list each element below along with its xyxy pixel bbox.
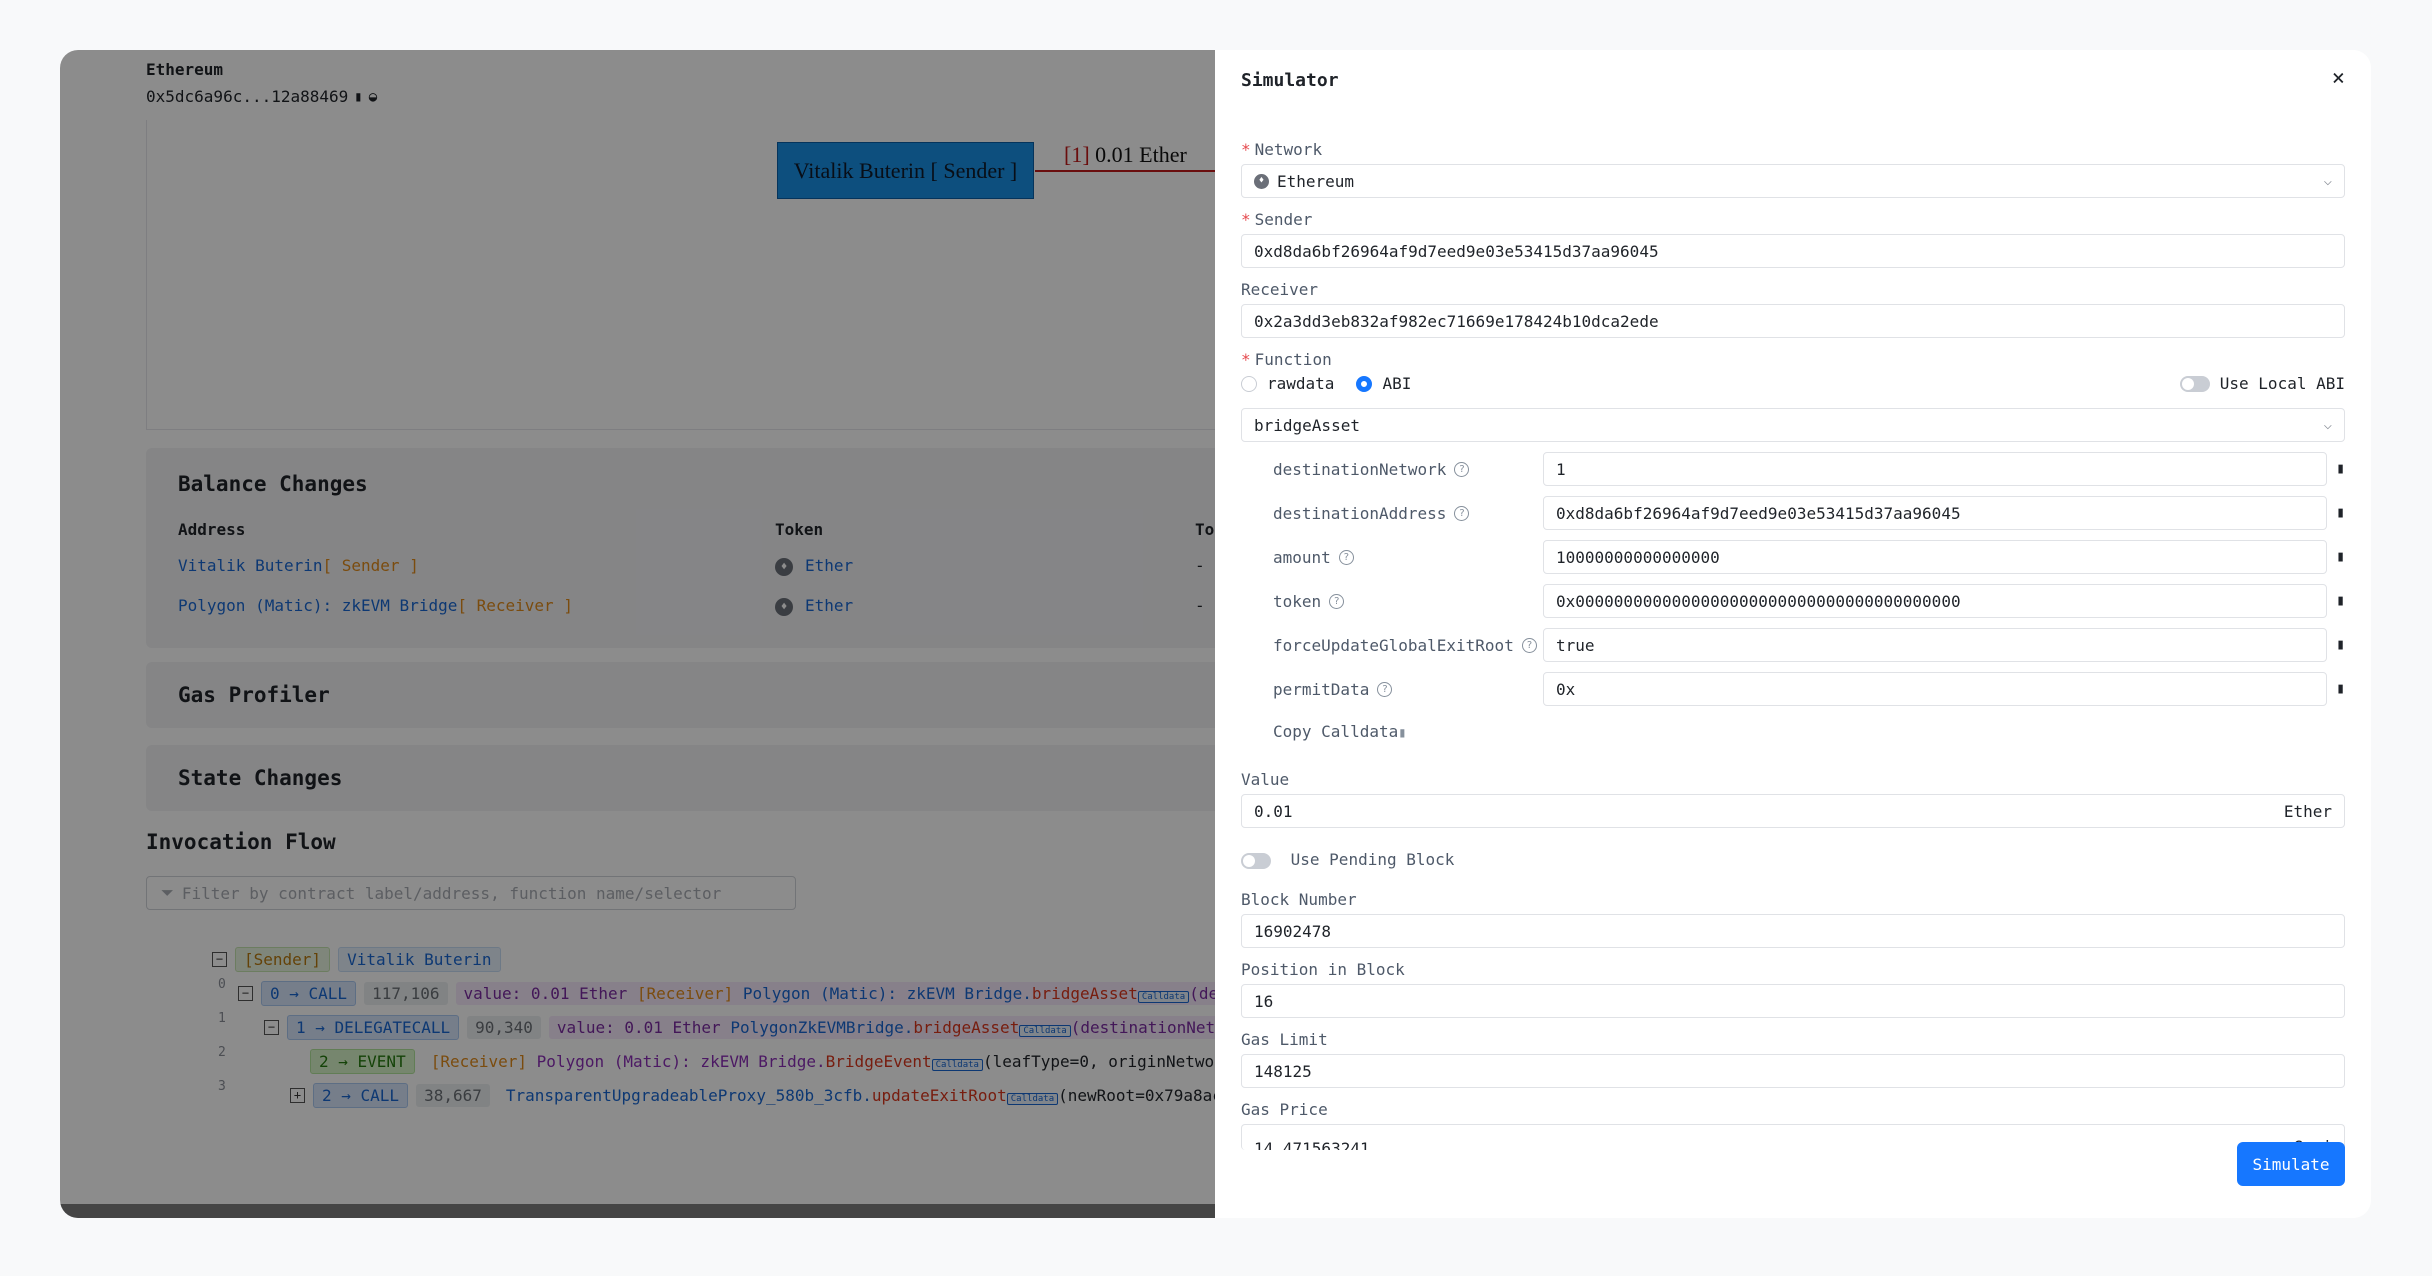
ethereum-icon: ♦ <box>1254 173 1269 189</box>
param-input[interactable]: 0xd8da6bf26964af9d7eed9e03e53415d37aa960… <box>1543 496 2327 530</box>
modal-overlay[interactable] <box>60 50 1215 1218</box>
param-row: token? 0x0000000000000000000000000000000… <box>1241 584 2345 618</box>
param-name: token? <box>1273 592 1345 611</box>
copy-calldata-label: Copy Calldata <box>1273 722 1399 741</box>
rawdata-radio[interactable] <box>1241 375 1257 392</box>
drawer-title: Simulator <box>1241 70 1339 91</box>
position-input[interactable]: 16 <box>1241 984 2345 1018</box>
chevron-down-icon: ⌵ <box>2323 173 2332 189</box>
sender-input[interactable]: 0xd8da6bf26964af9d7eed9e03e53415d37aa960… <box>1241 234 2345 268</box>
copy-calldata-button[interactable]: Copy Calldata▮ <box>1273 722 1407 741</box>
value-label: Value <box>1241 770 1290 789</box>
close-icon[interactable]: × <box>2332 66 2345 91</box>
help-icon[interactable]: ? <box>1454 506 1470 521</box>
use-pending-block-toggle[interactable] <box>1241 852 1271 869</box>
block-number-label: Block Number <box>1241 890 1357 909</box>
gas-limit-input[interactable]: 148125 <box>1241 1054 2345 1088</box>
value-text: 0.01 <box>1254 801 1293 821</box>
param-input[interactable]: 10000000000000000 <box>1543 540 2327 574</box>
function-select[interactable]: bridgeAsset ⌵ <box>1241 408 2345 442</box>
abi-radio[interactable] <box>1356 375 1373 392</box>
param-row: destinationAddress? 0xd8da6bf26964af9d7e… <box>1241 496 2345 530</box>
gas-price-value: 14.471563241 <box>1254 1139 1370 1150</box>
copy-icon: ▮ <box>1398 725 1407 741</box>
param-row: amount? 10000000000000000 ▮ <box>1241 540 2345 574</box>
app-window: Ethereum 0x5dc6a96c...12a88469 ▮ ◒ Vital… <box>60 50 2371 1218</box>
param-name: forceUpdateGlobalExitRoot? <box>1273 636 1537 655</box>
network-label: * Network <box>1241 140 1323 159</box>
copy-icon[interactable]: ▮ <box>2336 635 2345 653</box>
rawdata-label: rawdata <box>1267 374 1335 393</box>
copy-icon[interactable]: ▮ <box>2336 459 2345 477</box>
use-pending-block-label: Use Pending Block <box>1290 850 1455 869</box>
help-icon[interactable]: ? <box>1377 682 1393 697</box>
simulator-drawer: Simulator × * Network ♦ Ethereum ⌵ * Sende… <box>1215 50 2371 1218</box>
param-input[interactable]: true <box>1543 628 2327 662</box>
gas-limit-label: Gas Limit <box>1241 1030 1328 1049</box>
value-input[interactable]: 0.01 Ether <box>1241 794 2345 828</box>
abi-label: ABI <box>1382 374 1412 393</box>
param-input[interactable]: 0x00000000000000000000000000000000000000… <box>1543 584 2327 618</box>
use-local-abi-label: Use Local ABI <box>2219 374 2345 393</box>
chevron-down-icon: ⌵ <box>2323 417 2332 433</box>
copy-icon[interactable]: ▮ <box>2336 591 2345 609</box>
function-label: * Function <box>1241 350 1332 369</box>
copy-icon[interactable]: ▮ <box>2336 503 2345 521</box>
param-name: permitData? <box>1273 680 1393 699</box>
gas-price-label: Gas Price <box>1241 1100 1328 1119</box>
sender-label: * Sender <box>1241 210 1313 229</box>
copy-icon[interactable]: ▮ <box>2336 547 2345 565</box>
param-row: permitData? 0x ▮ <box>1241 672 2345 706</box>
function-value: bridgeAsset <box>1254 415 1360 435</box>
position-label: Position in Block <box>1241 960 1405 979</box>
receiver-label: Receiver <box>1241 280 1319 299</box>
simulate-button[interactable]: Simulate <box>2237 1142 2345 1186</box>
function-mode-row: rawdata ABI Use Local ABI <box>1241 374 2345 393</box>
help-icon[interactable]: ? <box>1329 594 1345 609</box>
param-input[interactable]: 1 <box>1543 452 2327 486</box>
copy-icon[interactable]: ▮ <box>2336 679 2345 697</box>
param-name: destinationAddress? <box>1273 504 1470 523</box>
pending-block-row: Use Pending Block <box>1241 850 1454 869</box>
param-row: forceUpdateGlobalExitRoot? true ▮ <box>1241 628 2345 662</box>
help-icon[interactable]: ? <box>1521 638 1537 653</box>
gas-price-input[interactable]: 14.471563241 Gwei <box>1241 1124 2345 1150</box>
use-local-abi-toggle[interactable] <box>2179 375 2210 392</box>
param-row: destinationNetwork? 1 ▮ <box>1241 452 2345 486</box>
network-select[interactable]: ♦ Ethereum ⌵ <box>1241 164 2345 198</box>
param-name: amount? <box>1273 548 1354 567</box>
block-number-input[interactable]: 16902478 <box>1241 914 2345 948</box>
receiver-input[interactable]: 0x2a3dd3eb832af982ec71669e178424b10dca2e… <box>1241 304 2345 338</box>
value-unit: Ether <box>2283 802 2332 821</box>
param-name: destinationNetwork? <box>1273 460 1470 479</box>
help-icon[interactable]: ? <box>1454 462 1470 477</box>
help-icon[interactable]: ? <box>1338 550 1354 565</box>
network-value: Ethereum <box>1277 171 1355 191</box>
param-input[interactable]: 0x <box>1543 672 2327 706</box>
